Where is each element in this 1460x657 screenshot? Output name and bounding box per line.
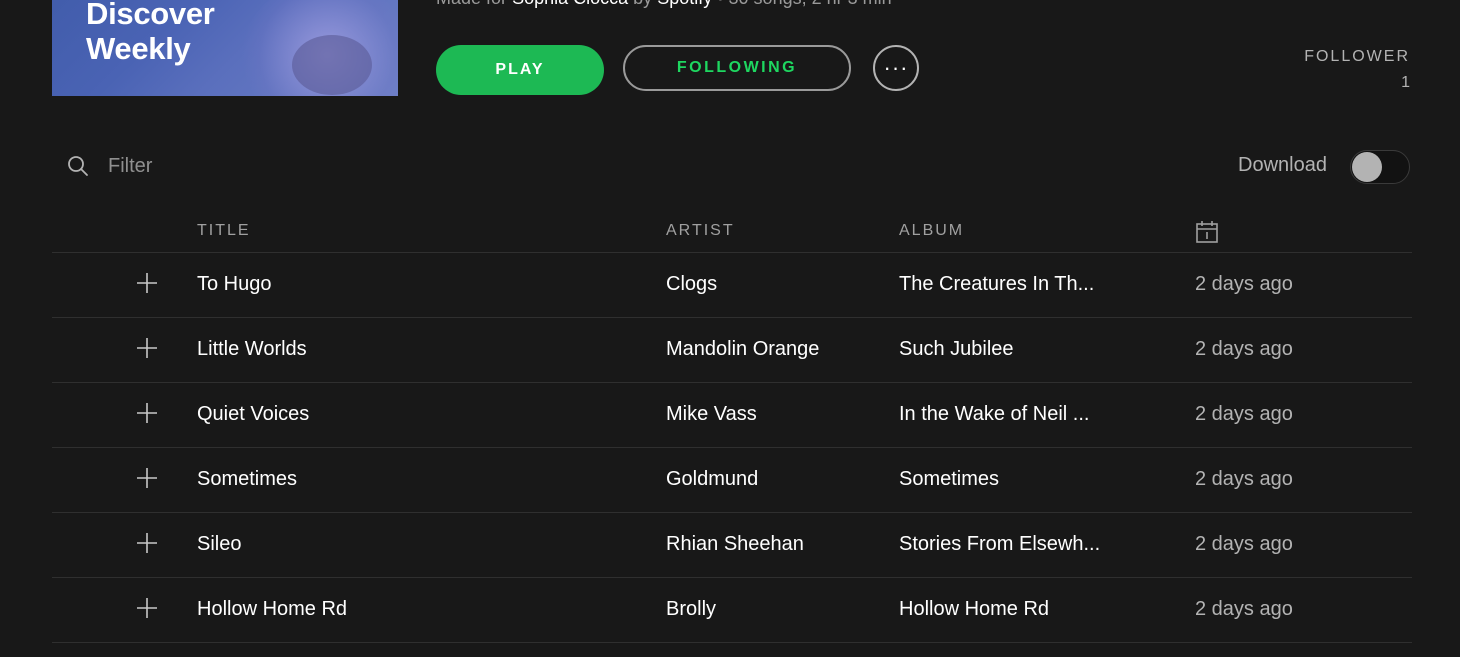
filter-box[interactable] xyxy=(66,148,366,184)
track-row[interactable]: To Hugo Clogs The Creatures In Th... 2 d… xyxy=(52,253,1412,318)
cover-art-shape xyxy=(292,35,372,95)
followers-label: FOLLOWER xyxy=(1304,48,1410,65)
track-row[interactable]: Little Worlds Mandolin Orange Such Jubil… xyxy=(52,318,1412,383)
calendar-icon xyxy=(1196,221,1218,243)
track-title: Quiet Voices xyxy=(197,403,310,425)
add-icon[interactable] xyxy=(137,533,157,553)
playlist-subtitle: Made for Sophia Ciocca by Spotify • 30 s… xyxy=(436,0,892,9)
track-album[interactable]: In the Wake of Neil ... xyxy=(899,403,1089,426)
cover-title-line1: Discover xyxy=(86,0,215,31)
more-icon: ··· xyxy=(883,55,909,80)
track-artist[interactable]: Goldmund xyxy=(666,468,758,491)
track-row[interactable]: Quiet Voices Mike Vass In the Wake of Ne… xyxy=(52,383,1412,448)
track-title: Little Worlds xyxy=(197,338,307,360)
download-label: Download xyxy=(1238,154,1327,176)
playlist-cover[interactable]: Discover Weekly xyxy=(52,0,398,96)
add-icon[interactable] xyxy=(137,403,157,423)
track-artist[interactable]: Mike Vass xyxy=(666,403,757,426)
track-title: To Hugo xyxy=(197,273,272,295)
playlist-meta: • 30 songs, 2 hr 3 min xyxy=(717,0,891,8)
track-album[interactable]: The Creatures In Th... xyxy=(899,273,1094,296)
add-icon[interactable] xyxy=(137,338,157,358)
track-album[interactable]: Stories From Elsewh... xyxy=(899,533,1100,556)
track-album[interactable]: Hollow Home Rd xyxy=(899,598,1049,621)
track-date-added: 2 days ago xyxy=(1195,598,1293,620)
track-date-added: 2 days ago xyxy=(1195,468,1293,490)
track-row[interactable]: Sometimes Goldmund Sometimes 2 days ago xyxy=(52,448,1412,513)
tracklist-table: TITLE ARTIST ALBUM To Hugo Clogs The Cre… xyxy=(52,208,1412,643)
followers-count: 1 xyxy=(1401,74,1410,91)
add-icon[interactable] xyxy=(137,273,157,293)
cover-title-line2: Weekly xyxy=(86,31,191,66)
column-header-title[interactable]: TITLE xyxy=(197,222,251,240)
track-title: Hollow Home Rd xyxy=(197,598,348,620)
column-header-album[interactable]: ALBUM xyxy=(899,222,964,240)
by-text: by xyxy=(633,0,652,8)
track-artist[interactable]: Rhian Sheehan xyxy=(666,533,804,556)
cover-title: Discover Weekly xyxy=(86,0,215,66)
track-album[interactable]: Such Jubilee xyxy=(899,338,1014,361)
track-date-added: 2 days ago xyxy=(1195,338,1293,360)
filter-input[interactable] xyxy=(106,153,350,179)
column-header-artist[interactable]: ARTIST xyxy=(666,222,735,240)
playlist-page: Discover Weekly Made for Sophia Ciocca b… xyxy=(0,0,1460,657)
column-header-date-added[interactable] xyxy=(1195,220,1219,249)
track-date-added: 2 days ago xyxy=(1195,403,1293,425)
more-options-button[interactable]: ··· xyxy=(873,45,919,91)
search-icon xyxy=(68,156,88,176)
track-title: Sometimes xyxy=(197,468,298,490)
made-for-prefix: Made for xyxy=(436,0,507,8)
tracklist-header: TITLE ARTIST ALBUM xyxy=(52,208,1412,253)
track-artist[interactable]: Mandolin Orange xyxy=(666,338,819,361)
track-artist[interactable]: Brolly xyxy=(666,598,716,621)
track-row[interactable]: Sileo Rhian Sheehan Stories From Elsewh.… xyxy=(52,513,1412,578)
add-icon[interactable] xyxy=(137,598,157,618)
track-date-added: 2 days ago xyxy=(1195,533,1293,555)
following-button[interactable]: FOLLOWING xyxy=(623,45,851,91)
track-row[interactable]: Hollow Home Rd Brolly Hollow Home Rd 2 d… xyxy=(52,578,1412,643)
track-artist[interactable]: Clogs xyxy=(666,273,717,296)
toggle-knob xyxy=(1352,152,1382,182)
track-date-added: 2 days ago xyxy=(1195,273,1293,295)
download-toggle[interactable] xyxy=(1350,150,1410,184)
track-title: Sileo xyxy=(197,533,242,555)
made-for-user-link[interactable]: Sophia Ciocca xyxy=(512,0,628,8)
owner-link[interactable]: Spotify xyxy=(657,0,712,8)
add-icon[interactable] xyxy=(137,468,157,488)
track-album[interactable]: Sometimes xyxy=(899,468,999,491)
play-button[interactable]: PLAY xyxy=(436,45,604,95)
